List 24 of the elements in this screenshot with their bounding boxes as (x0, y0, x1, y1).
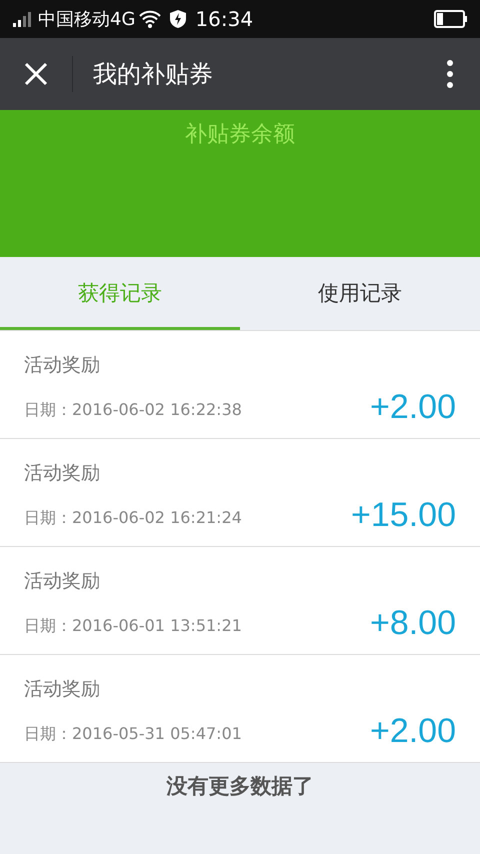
record-date: 日期：2016-05-31 05:47:01 (24, 723, 242, 745)
record-date: 日期：2016-06-02 16:21:24 (24, 507, 242, 529)
record-title: 活动奖励 (24, 353, 101, 378)
balance-label: 补贴券余额 (185, 121, 295, 149)
record-amount: +2.00 (370, 390, 456, 424)
battery-icon (434, 10, 468, 28)
wifi-icon (139, 10, 162, 28)
record-date: 日期：2016-06-02 16:22:38 (24, 399, 242, 421)
record-title: 活动奖励 (24, 677, 101, 702)
clock-text: 16:34 (195, 6, 254, 33)
record-amount: +15.00 (351, 498, 456, 532)
tab[interactable]: 使用记录 (240, 257, 480, 330)
more-icon (446, 59, 454, 89)
close-icon (24, 62, 48, 86)
record-amount: +8.00 (370, 606, 456, 640)
shield-icon (169, 9, 188, 29)
end-of-list-text: 没有更多数据了 (166, 773, 314, 800)
record-date: 日期：2016-06-01 13:51:21 (24, 615, 242, 637)
carrier-text: 中国移动4G (38, 8, 136, 32)
record-title: 活动奖励 (24, 461, 101, 486)
page-title: 我的补贴券 (93, 59, 213, 90)
signal-icon (12, 11, 34, 27)
record-title: 活动奖励 (24, 569, 101, 594)
record-amount: +2.00 (370, 714, 456, 748)
